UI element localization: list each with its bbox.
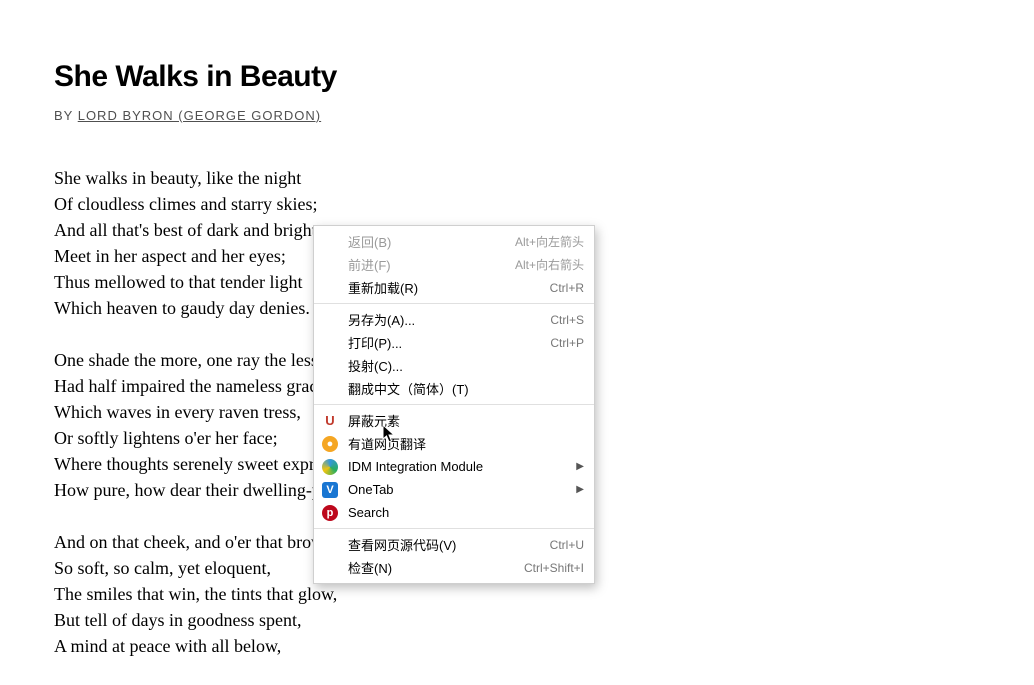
poem-line: A mind at peace with all below, <box>54 633 1034 659</box>
menu-shortcut: Alt+向右箭头 <box>515 256 584 273</box>
menu-item[interactable]: 检查(N)Ctrl+Shift+I <box>314 556 594 579</box>
menu-item-label: 另存为(A)... <box>348 310 550 329</box>
menu-item: 返回(B)Alt+向左箭头 <box>314 230 594 253</box>
menu-item-label: 查看网页源代码(V) <box>348 535 550 554</box>
ublock-icon: U <box>322 413 338 429</box>
author-link[interactable]: LORD BYRON (GEORGE GORDON) <box>78 108 321 123</box>
poem-line: But tell of days in goodness spent, <box>54 607 1034 633</box>
menu-item-label: 检查(N) <box>348 558 524 577</box>
menu-item[interactable]: 投射(C)... <box>314 354 594 377</box>
byline-prefix: BY <box>54 108 78 123</box>
menu-shortcut: Alt+向左箭头 <box>515 233 584 250</box>
menu-item[interactable]: p Search <box>314 501 594 524</box>
menu-item[interactable]: 打印(P)...Ctrl+P <box>314 331 594 354</box>
submenu-arrow-icon: ▶ <box>576 484 584 495</box>
menu-item-label: 前进(F) <box>348 255 515 274</box>
menu-item-label: OneTab <box>348 482 576 497</box>
menu-separator <box>314 404 594 405</box>
youdao-icon: ● <box>322 436 338 452</box>
menu-item-label: 投射(C)... <box>348 356 584 375</box>
pinterest-icon: p <box>322 505 338 521</box>
menu-item-label: 返回(B) <box>348 232 515 251</box>
menu-shortcut: Ctrl+U <box>550 538 584 552</box>
submenu-arrow-icon: ▶ <box>576 461 584 472</box>
menu-separator <box>314 303 594 304</box>
poem-line: The smiles that win, the tints that glow… <box>54 581 1034 607</box>
poem-page: She Walks in Beauty BY LORD BYRON (GEORG… <box>0 0 1034 659</box>
menu-shortcut: Ctrl+S <box>550 313 584 327</box>
menu-item-label: Search <box>348 505 584 520</box>
menu-separator <box>314 528 594 529</box>
poem-line: Of cloudless climes and starry skies; <box>54 191 1034 217</box>
menu-item-label: IDM Integration Module <box>348 459 576 474</box>
context-menu[interactable]: 返回(B)Alt+向左箭头前进(F)Alt+向右箭头重新加载(R)Ctrl+R另… <box>313 225 595 584</box>
idm-icon <box>322 459 338 475</box>
menu-shortcut: Ctrl+P <box>550 336 584 350</box>
menu-item-label: 有道网页翻译 <box>348 434 584 453</box>
menu-item[interactable]: 翻成中文（简体）(T) <box>314 377 594 400</box>
byline: BY LORD BYRON (GEORGE GORDON) <box>54 108 1034 123</box>
menu-item[interactable]: ● 有道网页翻译 <box>314 432 594 455</box>
menu-item[interactable]: 重新加载(R)Ctrl+R <box>314 276 594 299</box>
menu-item[interactable]: IDM Integration Module▶ <box>314 455 594 478</box>
menu-item-label: 重新加载(R) <box>348 278 550 297</box>
menu-item[interactable]: 查看网页源代码(V)Ctrl+U <box>314 533 594 556</box>
onetab-icon: V <box>322 482 338 498</box>
menu-shortcut: Ctrl+R <box>550 281 584 295</box>
menu-item[interactable]: U 屏蔽元素 <box>314 409 594 432</box>
menu-shortcut: Ctrl+Shift+I <box>524 561 584 575</box>
menu-item-label: 翻成中文（简体）(T) <box>348 379 584 398</box>
poem-line: She walks in beauty, like the night <box>54 165 1034 191</box>
menu-item-label: 打印(P)... <box>348 333 550 352</box>
menu-item[interactable]: 另存为(A)...Ctrl+S <box>314 308 594 331</box>
menu-item: 前进(F)Alt+向右箭头 <box>314 253 594 276</box>
menu-item-label: 屏蔽元素 <box>348 411 584 430</box>
menu-item[interactable]: V OneTab▶ <box>314 478 594 501</box>
poem-title: She Walks in Beauty <box>54 60 1034 94</box>
